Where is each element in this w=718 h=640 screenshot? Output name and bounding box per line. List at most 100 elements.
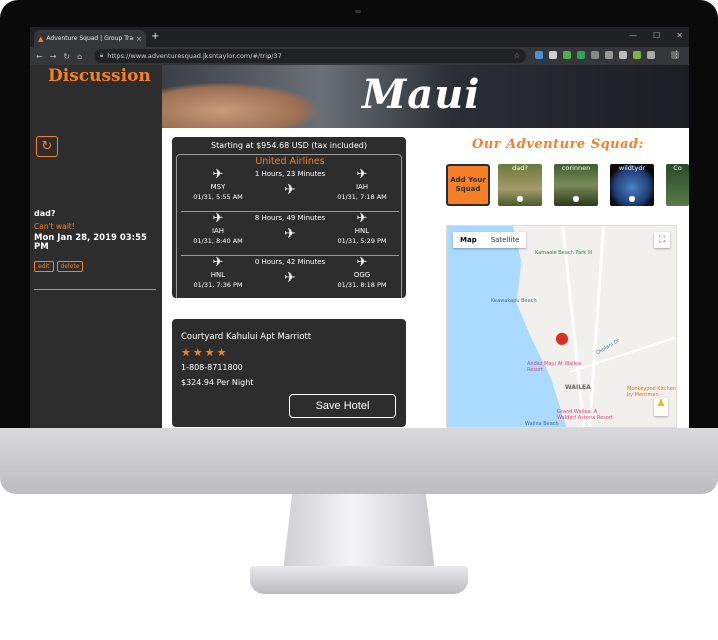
person-icon: ● — [628, 194, 636, 203]
squad-member[interactable]: wildtydr ● — [610, 164, 654, 206]
flight-segment: ✈ IAH 01/31, 8:40 AM 8 Hours, 49 Minutes… — [177, 212, 403, 256]
arrival: ✈ OGG 01/31, 8:18 PM — [327, 256, 397, 290]
bookmark-star-icon[interactable]: ☆ — [514, 52, 520, 60]
close-window-icon[interactable]: ✕ — [676, 31, 683, 40]
map-label: Grand Wailea: A Waldorf Astoria Resort — [557, 409, 613, 421]
map[interactable]: Map Satellite ⛶ Kamaole Beach Park III K… — [446, 225, 677, 428]
extension-icon[interactable] — [647, 51, 655, 59]
map-type-control: Map Satellite — [453, 232, 527, 248]
takeoff-icon: ✈ — [212, 255, 224, 270]
map-label: WAILEA — [565, 384, 591, 391]
hotel-rate: $324.94 Per Night — [181, 378, 254, 387]
message-divider — [34, 289, 156, 290]
map-ocean — [447, 226, 567, 427]
map-label: Andaz Maui At Wailea Resort — [527, 361, 582, 373]
flight-itinerary: United Airlines ✈ MSY 01/31, 5:55 AM 1 H… — [176, 154, 402, 298]
arrival-time: 01/31, 5:29 PM — [337, 237, 387, 245]
save-hotel-button[interactable]: Save Hotel — [289, 394, 396, 418]
map-view-button[interactable]: Map — [453, 232, 484, 248]
flight-duration: 1 Hours, 23 Minutes — [254, 170, 326, 178]
webcam — [355, 10, 361, 13]
member-name: dad? — [512, 164, 528, 172]
map-label: Kamaole Beach Park III — [535, 250, 593, 256]
hotel-name: Courtyard Kahului Apt Marriott — [181, 332, 312, 342]
departure-time: 01/31, 7:36 PM — [193, 281, 243, 289]
message-date: Mon Jan 28, 2019 03:55 PM — [34, 233, 147, 252]
plane-icon: ✈ — [284, 270, 296, 286]
squad-member[interactable]: Co — [666, 164, 689, 206]
arrival: ✈ HNL 01/31, 5:29 PM — [327, 211, 397, 246]
plane-icon: ✈ — [284, 182, 296, 198]
extension-icon[interactable] — [535, 51, 543, 59]
tab-close-icon[interactable]: × — [136, 35, 142, 43]
airline-name: United Airlines — [255, 156, 325, 167]
map-marker-icon[interactable]: ● — [555, 330, 569, 346]
message-actions: edit delete — [34, 261, 156, 272]
departure-airport: IAH — [211, 227, 225, 235]
map-label: Wailea Beach — [525, 421, 559, 427]
nav-buttons: ← → ↻ ⌂ — [30, 52, 92, 61]
window-controls: — ☐ ✕ — [629, 31, 683, 40]
landing-icon: ✈ — [356, 211, 368, 226]
browser-toolbar: ← → ↻ ⌂ 🔒︎ https://www.adventuresquad.jk… — [30, 47, 689, 65]
browser-menu-icon[interactable]: ⋮ — [672, 50, 681, 60]
member-name: Co — [673, 164, 682, 172]
reload-icon[interactable]: ↻ — [63, 52, 70, 61]
home-icon[interactable]: ⌂ — [77, 52, 82, 61]
plane-icon: ✈ — [284, 226, 296, 242]
flight-card: Starting at $954.68 USD (tax included) U… — [172, 137, 406, 298]
trip-title: Maui — [362, 71, 481, 118]
arrival-airport: HNL — [354, 227, 370, 235]
landing-icon: ✈ — [356, 167, 368, 182]
member-name: corinnen — [561, 164, 591, 172]
url-text[interactable]: https://www.adventuresquad.jksntaylor.co… — [107, 52, 510, 60]
new-tab-button[interactable]: + — [151, 31, 159, 42]
squad-member[interactable]: dad? ● — [498, 164, 542, 206]
page: Discussion ↻ dad? Can't wait! Mon Jan 28… — [30, 65, 689, 428]
maximize-icon[interactable]: ☐ — [653, 31, 660, 40]
satellite-view-button[interactable]: Satellite — [484, 232, 527, 248]
browser-tabstrip: ▲ Adventure Squad | Group Travel × + — ☐… — [30, 27, 689, 47]
extension-icon[interactable] — [563, 51, 571, 59]
arrival-time: 01/31, 7:18 AM — [337, 193, 387, 201]
message-text: Can't wait! — [34, 222, 75, 231]
hero-photo — [162, 83, 318, 128]
arrival: ✈ IAH 01/31, 7:18 AM — [327, 167, 397, 202]
discussion-sidebar: Discussion ↻ dad? Can't wait! Mon Jan 28… — [30, 65, 162, 428]
minimize-icon[interactable]: — — [629, 31, 637, 40]
address-bar[interactable]: 🔒︎ https://www.adventuresquad.jksntaylor… — [94, 49, 526, 63]
member-name: wildtydr — [618, 164, 646, 172]
back-icon[interactable]: ← — [36, 52, 43, 61]
discussion-message: dad? Can't wait! Mon Jan 28, 2019 03:55 … — [34, 209, 156, 272]
screen: ▲ Adventure Squad | Group Travel × + — ☐… — [30, 27, 689, 428]
departure: ✈ HNL 01/31, 7:36 PM — [183, 255, 253, 290]
flight-segment: ✈ MSY 01/31, 5:55 AM 1 Hours, 23 Minutes… — [177, 168, 403, 212]
flight-segment: ✈ HNL 01/31, 7:36 PM 0 Hours, 42 Minutes… — [177, 256, 403, 298]
extension-icon[interactable] — [605, 51, 613, 59]
extension-icon[interactable] — [591, 51, 599, 59]
extension-icon[interactable] — [549, 51, 557, 59]
street-view-pegman-icon[interactable]: ♟ — [654, 398, 668, 416]
add-squad-button[interactable]: Add Your Squad — [446, 164, 490, 206]
delete-message-button[interactable]: delete — [56, 261, 84, 272]
departure-time: 01/31, 8:40 AM — [193, 237, 243, 245]
message-author: dad? — [34, 209, 56, 218]
flight-price: Starting at $954.68 USD (tax included) — [211, 141, 367, 150]
squad-member[interactable]: corinnen ● — [554, 164, 598, 206]
fullscreen-icon[interactable]: ⛶ — [654, 232, 670, 248]
flight-duration: 0 Hours, 42 Minutes — [254, 258, 326, 266]
edit-message-button[interactable]: edit — [34, 261, 54, 272]
extension-icon[interactable] — [619, 51, 627, 59]
favicon-icon: ▲ — [38, 34, 44, 43]
refresh-button[interactable]: ↻ — [36, 136, 58, 157]
trip-content: Starting at $954.68 USD (tax included) U… — [162, 128, 689, 428]
arrival-airport: OGG — [353, 271, 371, 279]
browser-tab[interactable]: ▲ Adventure Squad | Group Travel × — [34, 30, 146, 47]
map-road — [561, 226, 586, 427]
extension-icon[interactable] — [577, 51, 585, 59]
forward-icon[interactable]: → — [50, 52, 57, 61]
tab-title: Adventure Squad | Group Travel — [46, 35, 134, 42]
discussion-title: Discussion — [48, 66, 151, 86]
person-icon: ● — [572, 194, 580, 203]
extension-icon[interactable] — [633, 51, 641, 59]
